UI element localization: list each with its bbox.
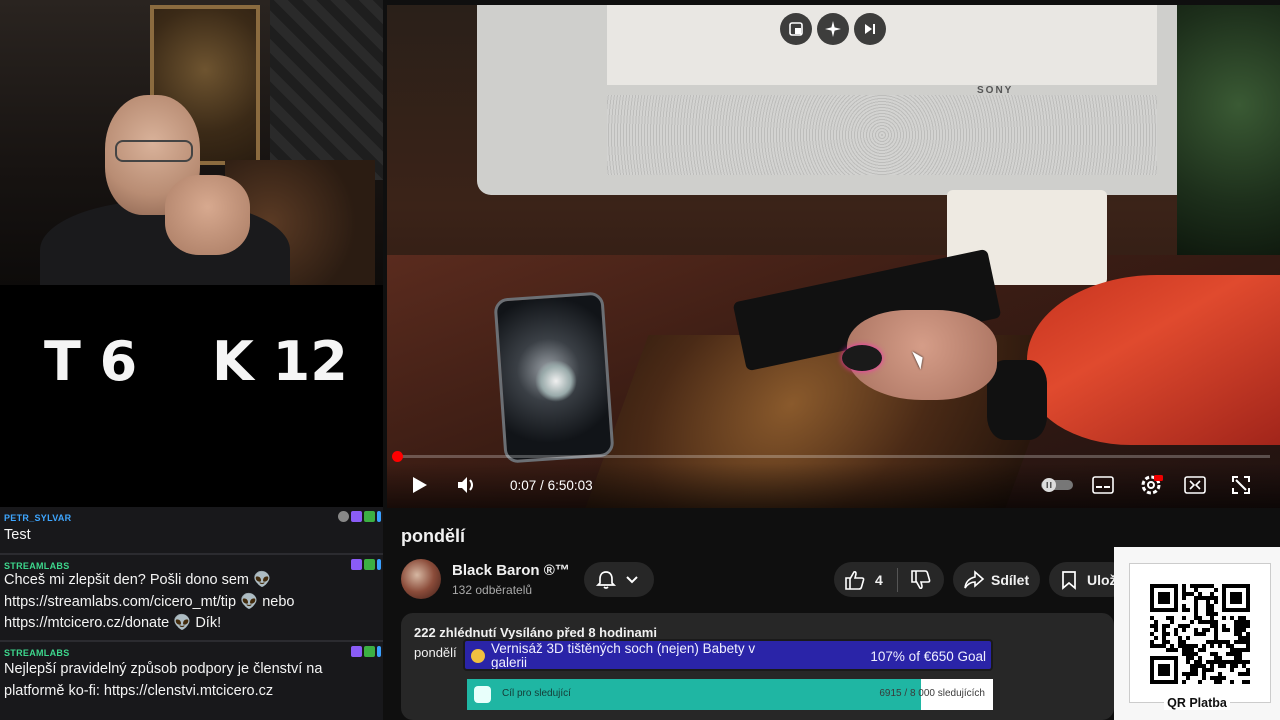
channel-avatar[interactable] xyxy=(401,559,441,599)
progress-bar[interactable] xyxy=(392,451,1270,462)
skip-next-icon[interactable] xyxy=(854,13,886,45)
miniplayer-icon[interactable] xyxy=(780,13,812,45)
streamer-hand xyxy=(165,175,250,255)
chat-badges xyxy=(351,646,381,657)
qr-payment-panel: QR Platba xyxy=(1114,547,1280,720)
chat-text: Nejlepší pravidelný způsob podpory je čl… xyxy=(4,661,323,699)
player-controls: 0:07 / 6:50:03 xyxy=(387,463,1280,508)
score-left: T 6 xyxy=(44,330,138,393)
followers-icon xyxy=(474,686,491,703)
subtitles-icon[interactable] xyxy=(1091,473,1115,497)
chat-message: STREAMLABS Nejlepší pravidelný způsob po… xyxy=(0,642,383,720)
video-stats: 222 zhlédnutí Vysíláno před 8 hodinami xyxy=(414,625,657,640)
badge-icon xyxy=(338,511,349,522)
goal-amount: 107% of €650 Goal xyxy=(870,649,986,664)
follower-goal-count: 6915 / 8 000 sledujících xyxy=(879,688,985,699)
time-current: 0:07 xyxy=(510,478,537,493)
badge-icon xyxy=(377,646,381,657)
computer-mouse xyxy=(842,345,882,371)
acoustic-foam xyxy=(270,0,383,180)
share-label: Sdílet xyxy=(991,571,1030,588)
chat-username: STREAMLABS xyxy=(4,648,70,658)
qr-code-icon xyxy=(1150,584,1250,684)
chat-username: PETR_SYLVAR xyxy=(4,513,72,523)
webcam-feed xyxy=(0,0,383,285)
chat-text: Test xyxy=(4,527,31,543)
check-badge-icon xyxy=(364,559,375,570)
like-count: 4 xyxy=(875,571,883,588)
autoplay-toggle-icon[interactable] xyxy=(1039,475,1075,495)
arm-red-sleeve xyxy=(1027,275,1280,445)
glasses xyxy=(115,140,193,162)
chat-message: PETR_SYLVAR Test xyxy=(0,507,383,553)
qr-frame xyxy=(1129,563,1271,703)
time-separator: / xyxy=(540,478,544,493)
follower-goal-bar: Cíl pro sledující 6915 / 8 000 sledující… xyxy=(467,679,993,710)
play-icon[interactable] xyxy=(407,473,431,497)
badge-icon xyxy=(377,511,381,522)
like-dislike-group: 4 xyxy=(834,562,944,597)
thumbs-down-icon xyxy=(910,569,932,590)
chevron-down-icon xyxy=(625,575,639,585)
video-player[interactable]: SONY 0:07 / 6:50:03 xyxy=(387,5,1280,508)
dislike-button[interactable] xyxy=(910,569,932,590)
donation-goal-bar: Vernisáž 3D tištěných soch (nejen) Babet… xyxy=(463,639,993,671)
channel-subscribers: 132 odběratelů xyxy=(452,583,533,597)
thumbs-up-icon xyxy=(844,570,866,590)
check-badge-icon xyxy=(364,511,375,522)
badge-icon xyxy=(377,559,381,570)
chat-badges xyxy=(338,511,381,522)
mod-badge-icon xyxy=(351,646,362,657)
score-display xyxy=(0,285,383,507)
volume-icon[interactable] xyxy=(455,473,479,497)
sleeve-cuff xyxy=(987,360,1047,440)
chat-panel: PETR_SYLVAR Test STREAMLABS Chceš mi zle… xyxy=(0,507,383,720)
fullscreen-icon[interactable] xyxy=(1229,473,1253,497)
channel-name[interactable]: Black Baron ®™ xyxy=(452,562,570,579)
check-badge-icon xyxy=(364,646,375,657)
theater-mode-icon[interactable] xyxy=(1183,473,1207,497)
monitor-brand: SONY xyxy=(977,85,1014,96)
chat-message: STREAMLABS Chceš mi zlepšit den? Pošli d… xyxy=(0,555,383,640)
qr-label-text: QR Platba xyxy=(1164,696,1230,710)
share-icon xyxy=(963,569,985,590)
bell-icon xyxy=(595,569,617,591)
follower-goal-label: Cíl pro sledující xyxy=(502,688,571,699)
settings-icon[interactable] xyxy=(1138,472,1164,498)
chat-badges xyxy=(351,559,381,570)
like-button[interactable]: 4 xyxy=(844,570,883,590)
sparkle-icon[interactable] xyxy=(817,13,849,45)
video-title: pondělí xyxy=(401,526,465,546)
pill-separator xyxy=(896,567,898,592)
video-description: pondělí xyxy=(414,645,457,660)
star-badge-icon xyxy=(351,511,362,522)
bookmark-icon xyxy=(1060,570,1078,590)
subscription-bell-button[interactable] xyxy=(584,562,654,597)
save-label: Ulož xyxy=(1087,571,1117,588)
goal-title: Vernisáž 3D tištěných soch (nejen) Babet… xyxy=(491,641,756,670)
time-total: 6:50:03 xyxy=(547,478,593,493)
mod-badge-icon xyxy=(351,559,362,570)
christmas-tree xyxy=(1177,5,1280,255)
share-button[interactable]: Sdílet xyxy=(953,562,1040,597)
speaker-grille xyxy=(607,95,1157,175)
qr-label: QR Platba xyxy=(1114,696,1280,710)
score-right: K 12 xyxy=(212,330,348,393)
phone-dial xyxy=(535,360,577,402)
goal-icon xyxy=(471,649,485,663)
time-display: 0:07 / 6:50:03 xyxy=(510,478,593,493)
monitor-screen xyxy=(607,5,1157,85)
chat-text: Chceš mi zlepšit den? Pošli dono sem 👽 h… xyxy=(4,572,295,631)
